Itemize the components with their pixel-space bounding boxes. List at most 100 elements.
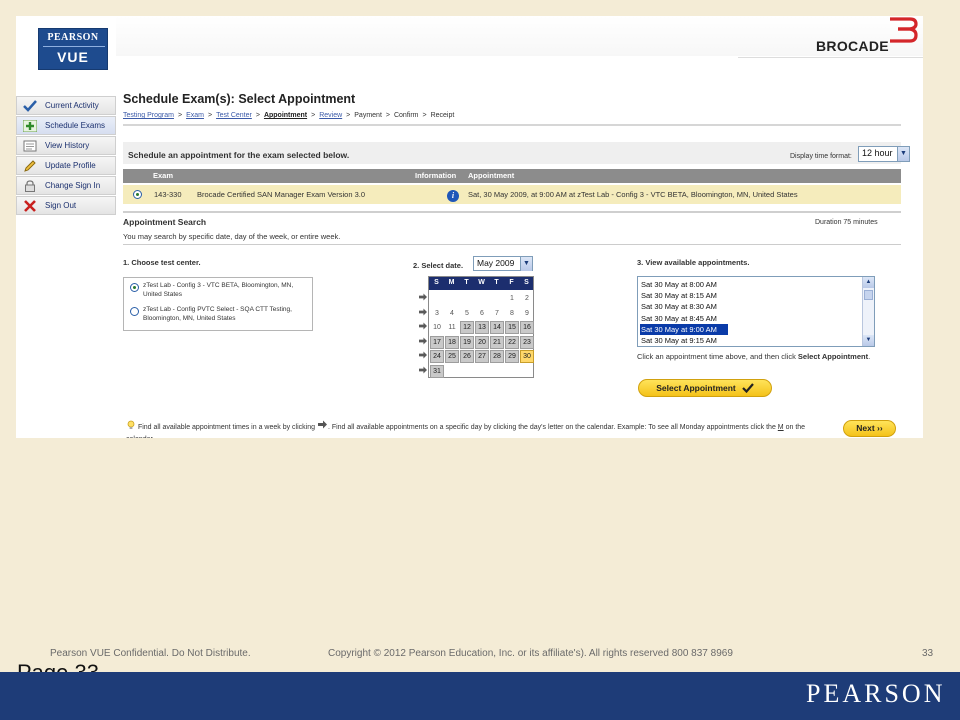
select-appointment-button[interactable]: Select Appointment xyxy=(638,379,772,397)
week-arrow-icon[interactable] xyxy=(418,293,428,303)
table-row[interactable]: 143-330 Brocade Certified SAN Manager Ex… xyxy=(123,185,901,204)
week-arrow-icon[interactable] xyxy=(418,322,428,332)
calendar-day[interactable]: 31 xyxy=(430,364,444,378)
chevron-down-icon[interactable]: ▼ xyxy=(897,147,909,161)
calendar-day[interactable]: 13 xyxy=(475,321,489,334)
calendar-day[interactable]: 28 xyxy=(490,350,504,363)
appointment-option[interactable]: Sat 30 May at 9:15 AM xyxy=(640,335,860,346)
sidebar-item-label: Current Activity xyxy=(45,101,99,110)
appointment-option[interactable]: Sat 30 May at 8:45 AM xyxy=(640,313,860,324)
week-arrow-icon[interactable] xyxy=(418,336,428,347)
test-center-option[interactable]: zTest Lab - Config 3 - VTC BETA, Bloomin… xyxy=(143,281,308,299)
week-arrow-icon[interactable] xyxy=(418,351,428,361)
search-subdivider xyxy=(123,244,901,245)
center-radio-2[interactable] xyxy=(130,307,139,316)
breadcrumb-separator: > xyxy=(207,112,213,119)
calendar-day[interactable]: 24 xyxy=(430,350,444,363)
calendar-day[interactable]: 26 xyxy=(460,350,474,363)
calendar-day[interactable]: 12 xyxy=(460,321,474,334)
appointment-option[interactable]: Sat 30 May at 8:30 AM xyxy=(640,301,860,312)
calendar-day[interactable]: 20 xyxy=(475,335,489,349)
center-radio-1[interactable] xyxy=(130,283,139,292)
sidebar-item-label: Sign Out xyxy=(45,201,77,210)
appointment-option[interactable]: Sat 30 May at 8:00 AM xyxy=(640,279,860,290)
calendar-day[interactable]: 21 xyxy=(490,335,504,349)
sidebar-item-update-profile[interactable]: Update Profile xyxy=(16,156,116,175)
sidebar-item-view-history[interactable]: View History xyxy=(16,136,116,155)
sidebar-item-schedule-exams[interactable]: Schedule Exams xyxy=(16,116,116,135)
calendar-day[interactable]: 27 xyxy=(475,350,489,363)
x-icon xyxy=(21,198,39,213)
sidebar-item-change-sign-in[interactable]: Change Sign In xyxy=(16,176,116,195)
breadcrumb-separator: > xyxy=(422,112,427,119)
calendar-day[interactable]: 22 xyxy=(505,335,519,349)
appointment-option[interactable]: Sat 30 May at 8:15 AM xyxy=(640,290,860,301)
breadcrumb-separator: > xyxy=(385,112,390,119)
arrow-right-icon xyxy=(317,420,327,429)
breadcrumb: Testing Program > Exam > Test Center > Appoint… xyxy=(123,112,454,119)
plus-icon xyxy=(21,118,39,133)
calendar-day[interactable]: 14 xyxy=(490,321,504,334)
sidebar-item-current-activity[interactable]: Current Activity xyxy=(16,96,116,115)
appointment-list[interactable]: Sat 30 May at 9:15 AM Sat 30 May at 9:00 … xyxy=(637,276,875,347)
calendar-day[interactable]: 17 xyxy=(430,335,444,349)
display-format-label: Display time format: xyxy=(790,153,852,160)
test-center-option[interactable]: zTest Lab - Config PVTC Select - SQA CTT… xyxy=(143,305,308,323)
calendar-day[interactable]: 23 xyxy=(520,335,534,349)
display-format-select[interactable]: 12 hour ▼ xyxy=(858,146,910,162)
next-button[interactable]: Next ›› xyxy=(843,420,896,437)
weekday-header[interactable]: S xyxy=(519,279,534,286)
calendar-day[interactable]: 16 xyxy=(520,321,534,334)
breadcrumb-receipt: Receipt xyxy=(430,112,455,119)
breadcrumb-testing-program[interactable]: Testing Program xyxy=(123,112,174,119)
display-format-value: 12 hour xyxy=(862,148,893,158)
scroll-up-icon[interactable]: ▲ xyxy=(863,277,874,288)
breadcrumb-separator: > xyxy=(346,112,351,119)
weekday-header[interactable]: T xyxy=(459,279,474,286)
schedule-instruction: Schedule an appointment for the exam sel… xyxy=(128,150,350,160)
appointment-option[interactable]: Sat 30 May at 9:00 AM xyxy=(640,323,728,335)
chevron-down-icon[interactable]: ▼ xyxy=(520,257,532,271)
weekday-header[interactable]: S xyxy=(429,279,444,286)
exam-code: 143-330 xyxy=(154,190,182,199)
brocade-logo: BROCADE xyxy=(816,38,889,54)
breadcrumb-exam[interactable]: Exam xyxy=(186,112,204,119)
breadcrumb-appointment[interactable]: Appointment xyxy=(264,112,307,119)
step2-label: 2. Select date. xyxy=(413,261,464,270)
weekday-header[interactable]: W xyxy=(474,279,489,286)
month-select[interactable]: May 2009 ▼ xyxy=(473,256,533,271)
weekday-header[interactable]: T xyxy=(489,279,504,286)
duration-text: Duration 75 minutes xyxy=(815,219,878,226)
weekday-header[interactable]: M xyxy=(444,279,459,286)
hint-text: Click an appointment time above, and the… xyxy=(637,352,798,361)
breadcrumb-review[interactable]: Review xyxy=(319,112,342,119)
calendar-day[interactable]: 25 xyxy=(445,350,459,363)
calendar-day[interactable]: 29 xyxy=(505,350,519,363)
exam-radio[interactable] xyxy=(133,190,142,199)
calendar-day: 1 xyxy=(510,295,514,302)
scroll-thumb[interactable] xyxy=(864,290,873,300)
pearson-logo: PEARSON xyxy=(806,679,946,708)
calendar-day[interactable]: 19 xyxy=(460,335,474,349)
calendar-day: 9 xyxy=(525,309,529,317)
lightbulb-icon xyxy=(127,420,135,429)
week-arrow-icon[interactable] xyxy=(418,307,428,318)
breadcrumb-separator: > xyxy=(177,112,183,119)
pearson-vue-logo-bottom: VUE xyxy=(57,49,89,65)
sidebar-item-sign-out[interactable]: Sign Out xyxy=(16,196,116,215)
info-icon[interactable]: i xyxy=(447,190,459,202)
calendar-day[interactable]: 18 xyxy=(445,335,459,349)
calendar-day[interactable]: 15 xyxy=(505,321,519,334)
weekday-header[interactable]: F xyxy=(504,279,519,286)
week-arrow-icon[interactable] xyxy=(418,365,428,376)
header-appointment: Appointment xyxy=(468,171,515,180)
calendar-day[interactable]: 30 xyxy=(520,350,534,363)
sidebar-item-label: View History xyxy=(45,141,90,150)
calendar-day: 8 xyxy=(510,309,514,317)
check-icon xyxy=(21,98,39,113)
pearson-vue-logo[interactable]: PEARSON VUE xyxy=(38,28,108,70)
scrollbar[interactable]: ▲ ▼ xyxy=(862,277,874,346)
sidebar-item-label: Change Sign In xyxy=(45,181,101,190)
breadcrumb-test-center[interactable]: Test Center xyxy=(216,112,252,119)
scroll-down-icon[interactable]: ▼ xyxy=(863,335,874,346)
